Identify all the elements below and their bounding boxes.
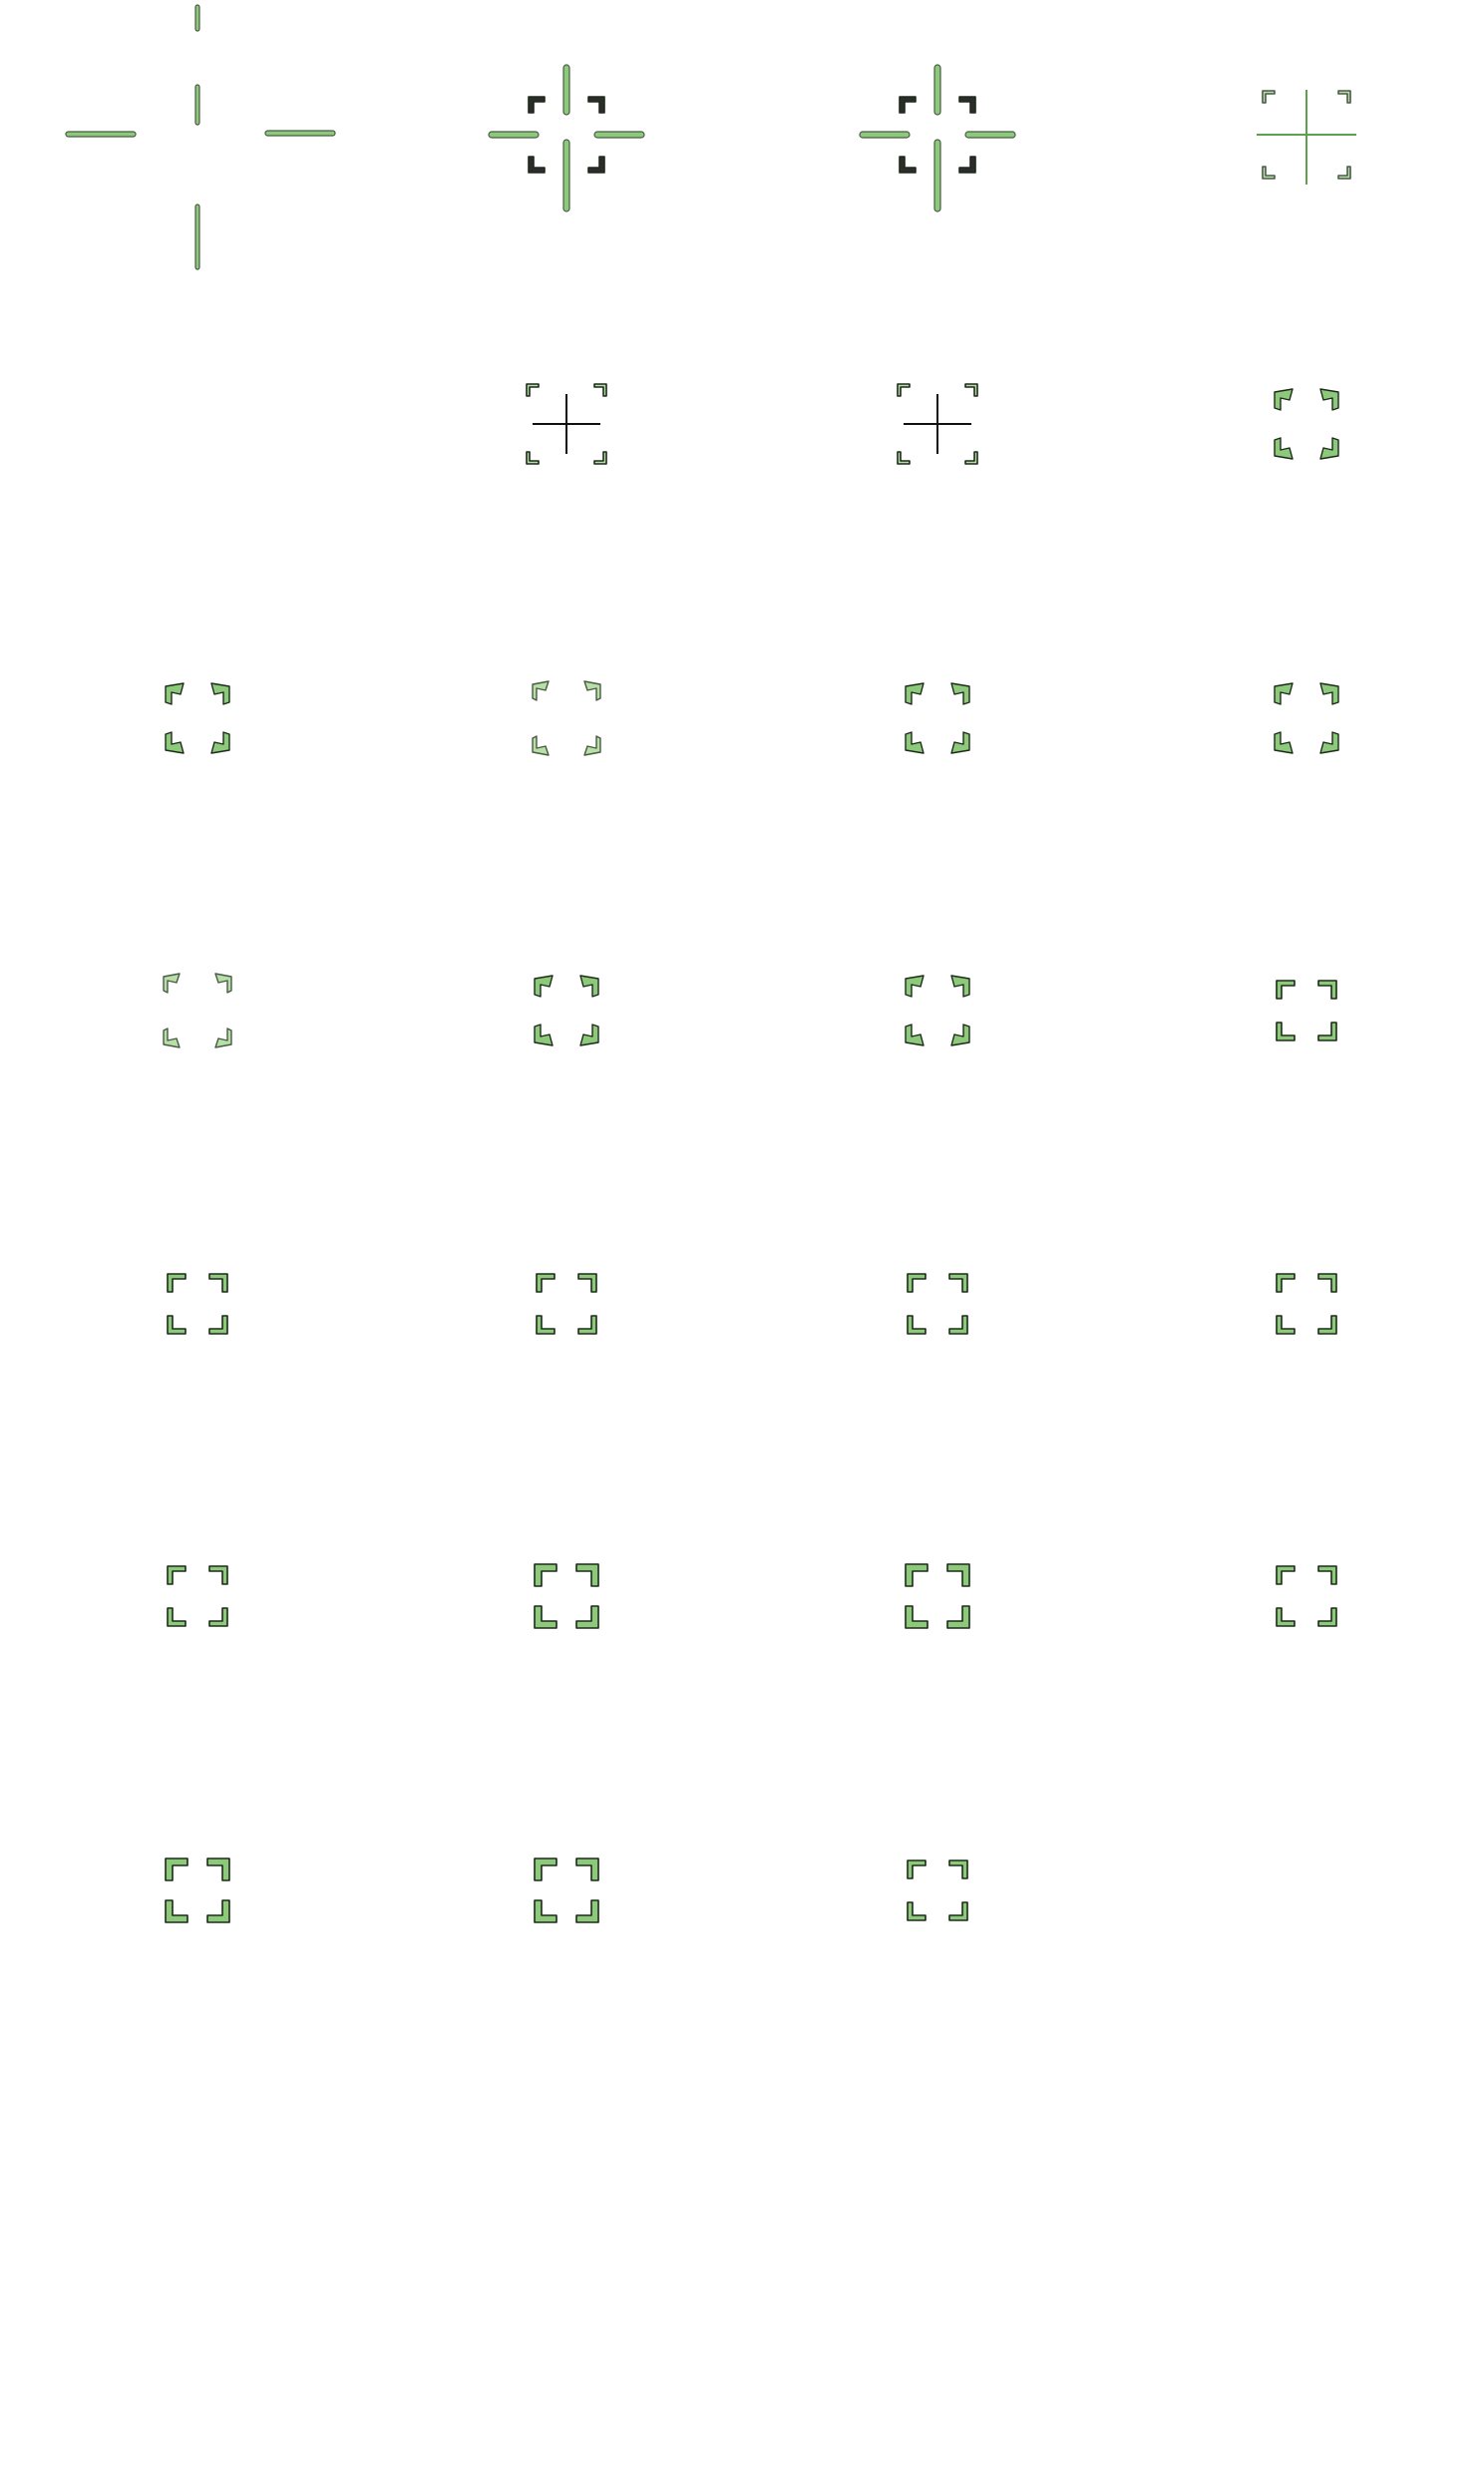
crosshair-arm-bottom bbox=[194, 204, 200, 270]
crosshair-arm-top bbox=[933, 64, 941, 116]
crosshair-arm-top bbox=[194, 4, 200, 32]
crosshair-arm-top bbox=[562, 64, 570, 116]
crosshair-arm-bottom bbox=[562, 139, 570, 212]
crosshair-arm-right bbox=[264, 130, 336, 137]
sprite-sheet bbox=[0, 0, 1484, 2472]
crosshair-arm-right bbox=[593, 131, 645, 139]
sheet-background bbox=[0, 0, 1484, 2472]
crosshair-arm-left bbox=[488, 131, 540, 139]
crosshair-arm-left bbox=[859, 131, 911, 139]
crosshair-arm-right bbox=[964, 131, 1016, 139]
crosshair-arm-top-inner bbox=[194, 84, 200, 126]
crosshair-arm-bottom bbox=[933, 139, 941, 212]
crosshair-arm-left bbox=[65, 131, 137, 138]
